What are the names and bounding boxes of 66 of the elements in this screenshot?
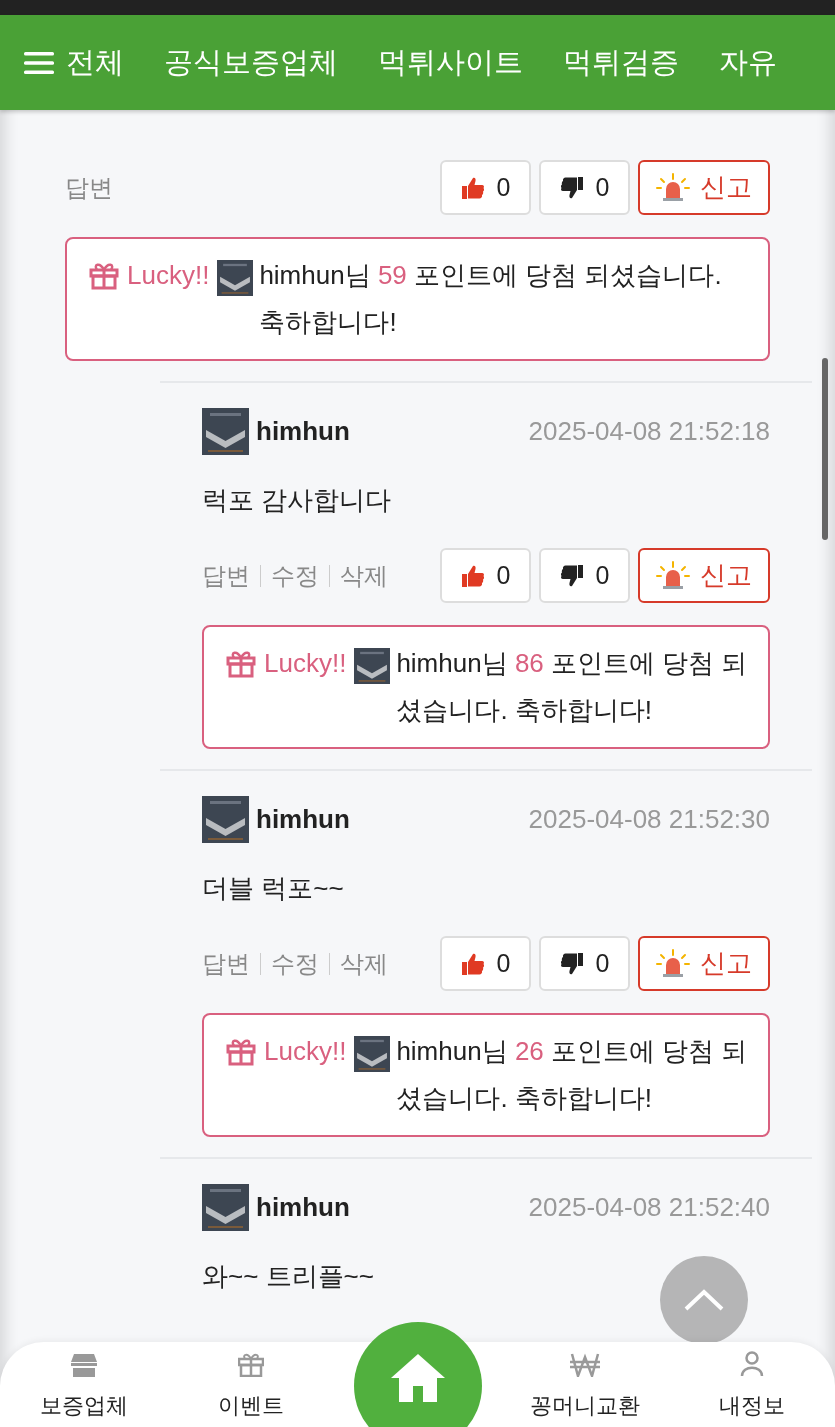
dislike-button[interactable]: 0	[539, 936, 630, 991]
gift-icon	[226, 650, 256, 678]
nav-tab[interactable]: 먹튀사이트	[378, 42, 523, 83]
home-icon	[389, 1352, 446, 1404]
menu-icon	[24, 50, 54, 75]
store-icon	[70, 1353, 97, 1377]
gift-icon	[226, 1038, 256, 1066]
report-button[interactable]: 신고	[638, 548, 770, 603]
dislike-button[interactable]: 0	[539, 548, 630, 603]
comment-action-link[interactable]: 답변	[202, 947, 250, 980]
lucky-label: Lucky!!	[127, 259, 210, 292]
comment-date: 2025-04-08 21:52:30	[528, 804, 770, 835]
thumbs-up-icon	[460, 175, 485, 200]
comment-date: 2025-04-08 21:52:40	[528, 1192, 770, 1223]
lucky-message: himhun님 59 포인트에 당첨 되셨습니다. 축하합니다!	[259, 259, 723, 339]
bottom-nav-item[interactable]: 꽁머니교환	[501, 1342, 668, 1427]
like-button[interactable]: 0	[440, 160, 531, 215]
avatar-icon	[202, 408, 249, 455]
person-icon	[739, 1351, 764, 1377]
author-name: himhun	[256, 804, 350, 835]
lucky-message: himhun님 26 포인트에 당첨 되셨습니다. 축하합니다!	[396, 1035, 748, 1115]
comment-action-link[interactable]: 삭제	[340, 559, 388, 592]
nav-tab[interactable]: 공식보증업체	[164, 42, 338, 83]
thumbs-down-icon	[559, 175, 584, 200]
nav-tab[interactable]: 먹튀검증	[563, 42, 679, 83]
thumbs-down-icon	[559, 563, 584, 588]
avatar-icon	[354, 1036, 391, 1072]
siren-icon	[656, 560, 690, 591]
thumbs-down-icon	[559, 951, 584, 976]
like-button[interactable]: 0	[440, 936, 531, 991]
scrollbar-thumb[interactable]	[822, 358, 828, 540]
author-name: himhun	[256, 1192, 350, 1223]
like-button[interactable]: 0	[440, 548, 531, 603]
comment-text: 더블 럭포~~	[202, 872, 345, 905]
dislike-button[interactable]: 0	[539, 160, 630, 215]
comment-action-link[interactable]: 수정	[271, 559, 319, 592]
siren-icon	[656, 948, 690, 979]
nav-tab[interactable]: 자유	[719, 42, 777, 83]
avatar-icon	[354, 648, 391, 684]
bottom-nav-item[interactable]: 내정보	[668, 1342, 835, 1427]
bottom-nav-item[interactable]: 이벤트	[167, 1342, 334, 1427]
siren-icon	[656, 172, 690, 203]
avatar-icon	[217, 260, 254, 296]
won-icon	[569, 1353, 600, 1377]
gift-icon	[89, 262, 119, 290]
comment-date: 2025-04-08 21:52:18	[528, 416, 770, 447]
menu-button[interactable]: 전체	[24, 42, 124, 83]
avatar-icon	[202, 796, 249, 843]
comment-action-link[interactable]: 수정	[271, 947, 319, 980]
avatar-icon	[202, 1184, 249, 1231]
author-name: himhun	[256, 416, 350, 447]
comment-text: 럭포 감사합니다	[202, 484, 393, 517]
comment-action-link[interactable]: 답변	[202, 559, 250, 592]
report-button[interactable]: 신고	[638, 936, 770, 991]
report-button[interactable]: 신고	[638, 160, 770, 215]
bottom-nav-item[interactable]: 보증업체	[0, 1342, 167, 1427]
thumbs-up-icon	[460, 563, 485, 588]
comment-action-link[interactable]: 삭제	[340, 947, 388, 980]
lucky-label: Lucky!!	[264, 1035, 347, 1068]
lucky-message: himhun님 86 포인트에 당첨 되셨습니다. 축하합니다!	[396, 647, 748, 727]
thumbs-up-icon	[460, 951, 485, 976]
chevron-up-icon	[684, 1289, 724, 1311]
comment-text: 와~~ 트리플~~	[202, 1260, 375, 1293]
lucky-label: Lucky!!	[264, 647, 347, 680]
comment-action-link[interactable]: 답변	[65, 171, 113, 204]
gift-icon	[237, 1353, 264, 1377]
